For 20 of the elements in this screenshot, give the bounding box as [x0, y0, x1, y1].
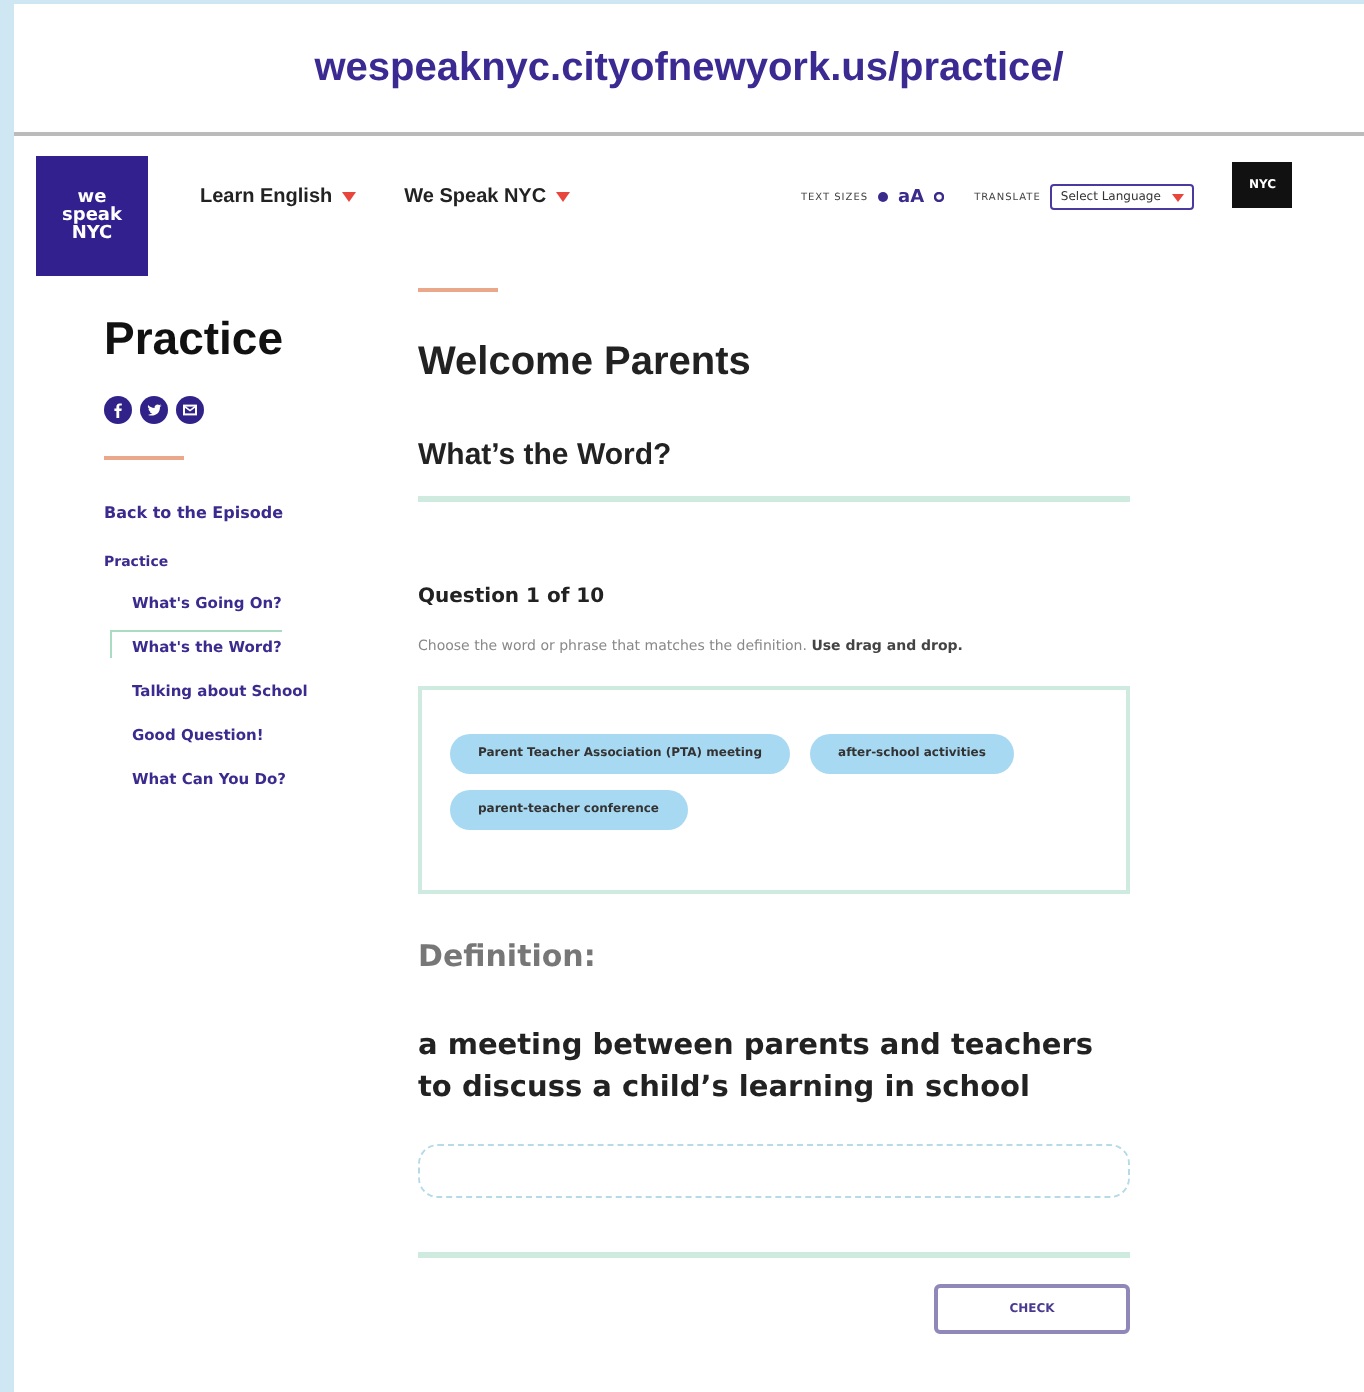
heading: Welcome Parents — [418, 340, 753, 386]
question-number: Question 1 of 10 — [418, 586, 607, 608]
decrease-text-icon[interactable] — [878, 192, 889, 202]
definition-text: a meeting between parents and teachers to discuss a child’s learning in school — [418, 1028, 1096, 1108]
page-title: Practice — [104, 312, 284, 366]
caret-icon — [1172, 193, 1185, 201]
text-size-glyph: aA — [898, 187, 925, 207]
url-text: wespeaknyc.cityofnewyork.us/practice/ — [314, 45, 1064, 91]
back-link[interactable]: Back to the Episode — [104, 504, 284, 522]
mail-icon[interactable] — [176, 396, 204, 424]
definition-label: Definition: — [418, 938, 598, 974]
bird-icon[interactable] — [140, 396, 168, 424]
subheading: What’s the Word? — [418, 438, 674, 472]
nav-menu-link[interactable]: We Speak NYC — [404, 186, 571, 208]
logo[interactable]: we speak NYC — [36, 156, 148, 276]
nav-menu-link[interactable]: Learn English — [200, 186, 357, 208]
caret-icon — [342, 192, 357, 202]
caret-icon — [556, 192, 571, 202]
facebook-icon[interactable] — [104, 396, 132, 424]
increase-text-icon[interactable] — [934, 192, 945, 202]
